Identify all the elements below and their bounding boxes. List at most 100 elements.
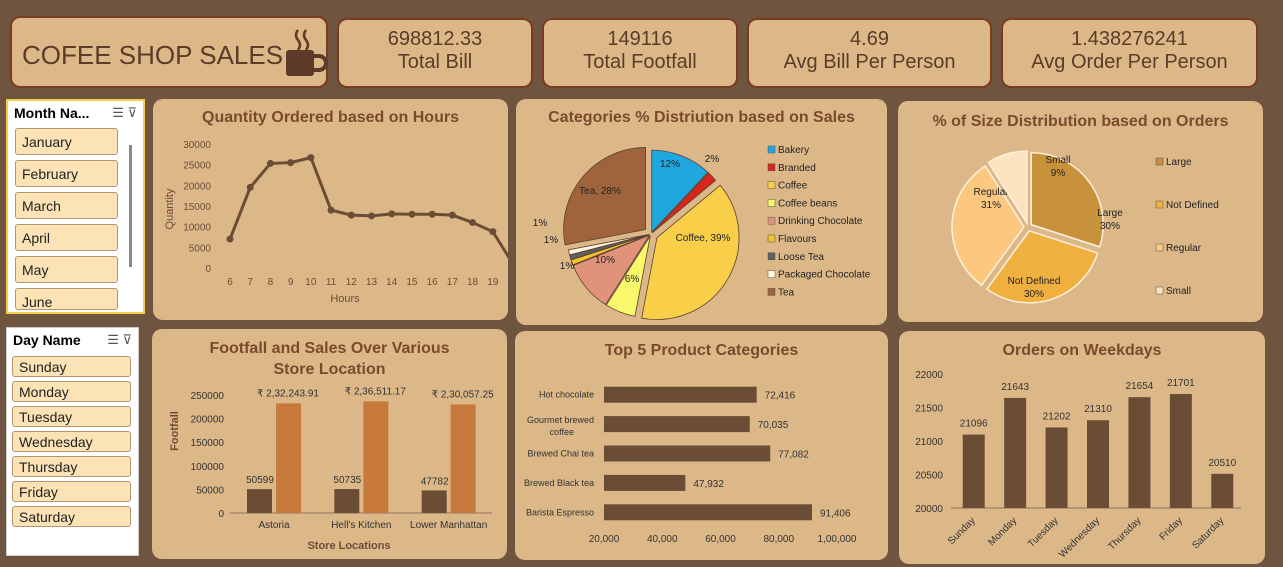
data-label: 21202 bbox=[1043, 411, 1071, 422]
bar bbox=[962, 434, 985, 508]
slice-label: 30% bbox=[1024, 289, 1044, 300]
y-tick-label: 20000 bbox=[915, 504, 943, 515]
legend-swatch bbox=[1155, 200, 1164, 209]
clear-filter-icon[interactable]: ⊽ bbox=[127, 105, 137, 120]
legend-label: Coffee beans bbox=[778, 198, 837, 209]
slicer-item-month[interactable]: April bbox=[15, 224, 118, 251]
kpi-total-bill: 698812.33 Total Bill bbox=[337, 18, 533, 88]
y-tick-label: 21500 bbox=[915, 404, 943, 415]
slice-label: Not Defined bbox=[1008, 276, 1061, 287]
kpi-value: 1.438276241 bbox=[1071, 28, 1188, 50]
legend-label: Loose Tea bbox=[778, 252, 824, 263]
bar bbox=[334, 489, 360, 513]
x-tick-label: Wednesday bbox=[1057, 515, 1102, 560]
bar bbox=[421, 490, 447, 513]
data-label: 91,406 bbox=[820, 508, 851, 519]
day-slicer[interactable]: Day Name ☰ ⊽ Sunday Monday Tuesday Wedne… bbox=[6, 327, 139, 556]
pie-slice bbox=[1030, 151, 1104, 248]
slicer-item-day[interactable]: Monday bbox=[12, 381, 131, 402]
slicer-item-day[interactable]: Wednesday bbox=[12, 431, 131, 452]
legend-swatch bbox=[767, 270, 776, 278]
data-label: ₹ 2,32,243.91 bbox=[257, 388, 319, 399]
bar bbox=[1004, 397, 1027, 508]
legend-label: Packaged Chocolate bbox=[778, 270, 871, 281]
y-tick-label: 20000 bbox=[183, 181, 211, 192]
bar bbox=[604, 386, 757, 403]
y-tick-label: 100000 bbox=[191, 462, 225, 473]
data-label: 47,932 bbox=[693, 479, 724, 490]
kpi-label: Avg Bill Per Person bbox=[783, 51, 956, 73]
y-axis-label: Quantity bbox=[164, 188, 176, 229]
slicer-header: Month Na... bbox=[14, 105, 90, 121]
categories-chart-card[interactable]: Categories % Distriution based on Sales … bbox=[516, 99, 887, 325]
slicer-item-day[interactable]: Sunday bbox=[12, 356, 131, 377]
slicer-item-day[interactable]: Tuesday bbox=[12, 406, 131, 427]
x-axis-label: Hours bbox=[330, 293, 360, 305]
categories-pie-chart: 12% 2% Coffee, 39% 6% 10% 1% 1% 1% Tea, 28% Baker… bbox=[533, 145, 871, 320]
x-tick-label: 17 bbox=[447, 277, 459, 288]
data-point bbox=[226, 235, 234, 243]
page-title: COFEE SHOP SALES bbox=[22, 40, 284, 70]
data-label: ₹ 2,36,511.17 bbox=[345, 386, 407, 397]
legend-label: Regular bbox=[1166, 243, 1202, 254]
clear-filter-icon[interactable]: ⊽ bbox=[122, 332, 132, 347]
slicer-item-month[interactable]: June bbox=[15, 288, 118, 310]
slicer-item-day[interactable]: Thursday bbox=[12, 456, 131, 477]
slice-label: 31% bbox=[981, 200, 1001, 211]
legend-swatch bbox=[767, 234, 776, 243]
multi-select-icon[interactable]: ☰ bbox=[112, 105, 124, 120]
stores-chart-card[interactable]: Footfall and Sales Over Various Store Lo… bbox=[152, 329, 507, 559]
x-tick-label: Monday bbox=[986, 515, 1019, 548]
bar bbox=[1087, 420, 1109, 508]
data-label: 21096 bbox=[960, 419, 988, 430]
legend-swatch bbox=[767, 199, 776, 207]
legend-label: Drinking Chocolate bbox=[778, 216, 863, 227]
slice-label: 9% bbox=[1051, 168, 1066, 179]
y-axis-label: Footfall bbox=[169, 411, 181, 451]
data-point bbox=[327, 206, 335, 214]
legend-swatch bbox=[767, 181, 776, 189]
slice-label: 2% bbox=[705, 154, 720, 165]
data-point bbox=[347, 211, 355, 219]
x-tick-label: 60,000 bbox=[705, 534, 736, 545]
kpi-label: Avg Order Per Person bbox=[1031, 51, 1228, 73]
x-tick-label: Sunday bbox=[946, 515, 978, 547]
data-point bbox=[388, 210, 396, 218]
data-label: 47782 bbox=[421, 476, 449, 487]
data-point bbox=[246, 183, 254, 191]
slice-label: Large bbox=[1097, 208, 1123, 219]
stores-bar-chart: 0 50000 100000 150000 200000 250000 50599 ₹ 2,3… bbox=[169, 386, 494, 552]
y-tick-label: 20500 bbox=[915, 471, 943, 482]
data-label: 70,035 bbox=[758, 420, 789, 431]
data-label: 21643 bbox=[1001, 382, 1029, 393]
x-tick-label: 16 bbox=[427, 277, 439, 288]
slicer-item-day[interactable]: Friday bbox=[12, 481, 131, 502]
data-label: 21310 bbox=[1084, 404, 1112, 415]
y-tick-label: 250000 bbox=[191, 391, 225, 402]
products-chart-card[interactable]: Top 5 Product Categories 72,416 Hot choco… bbox=[515, 331, 888, 560]
multi-select-icon[interactable]: ☰ bbox=[107, 332, 119, 347]
data-label: 21654 bbox=[1126, 381, 1154, 392]
data-point bbox=[266, 159, 274, 167]
slicer-item-month[interactable]: February bbox=[15, 160, 118, 187]
month-slicer[interactable]: Month Na... ☰ ⊽ January February March A… bbox=[6, 99, 145, 314]
slicer-scrollbar[interactable] bbox=[129, 145, 132, 267]
sizes-chart-card[interactable]: % of Size Distribution based on Orders L… bbox=[898, 101, 1263, 322]
kpi-value: 698812.33 bbox=[387, 28, 483, 50]
slicer-item-month[interactable]: March bbox=[15, 192, 118, 219]
slicer-item-month[interactable]: January bbox=[15, 128, 118, 155]
slice-label: 12% bbox=[660, 159, 680, 170]
x-tick-label: 13 bbox=[366, 277, 378, 288]
legend-swatch bbox=[767, 216, 776, 225]
hours-chart-card[interactable]: Quantity Ordered based on Hours 0 5000 100… bbox=[153, 99, 508, 320]
data-label: 21701 bbox=[1167, 378, 1195, 389]
data-point bbox=[489, 228, 497, 236]
legend-swatch bbox=[1155, 243, 1164, 252]
slicer-item-day[interactable]: Saturday bbox=[12, 506, 131, 527]
slicer-item-month[interactable]: May bbox=[15, 256, 118, 283]
y-tick-label: 0 bbox=[218, 509, 224, 520]
legend-label: Not Defined bbox=[1166, 200, 1219, 211]
slice-label: Tea, 28% bbox=[579, 186, 621, 197]
weekdays-chart-card[interactable]: Orders on Weekdays 20000 20500 21000 21500 2… bbox=[899, 331, 1265, 564]
legend-swatch bbox=[1155, 157, 1164, 166]
